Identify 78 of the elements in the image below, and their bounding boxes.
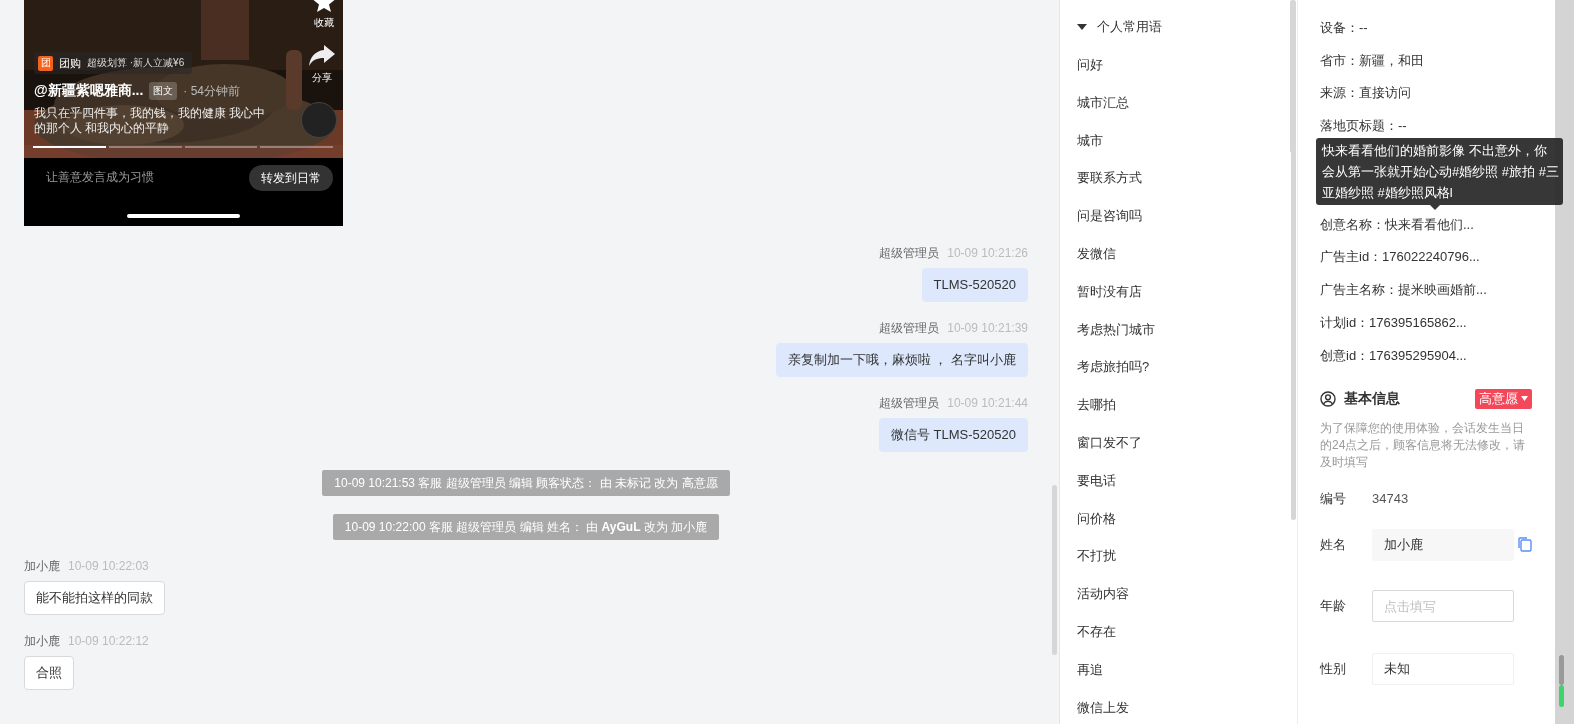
tooltip: 快来看看他们的婚前影像 不出意外，你会从第一张就开始心动#婚纱照 #旅拍 #三亚婚纱照 #婚纱照风格l <box>1316 138 1563 205</box>
field-label: 性别 <box>1320 660 1347 678</box>
field-value: 34743 <box>1372 491 1409 506</box>
phrase-item[interactable]: 问价格 <box>1077 499 1116 538</box>
promo-detail: 超级划算 ·新人立减¥6 <box>87 56 185 70</box>
system-notice: 10-09 10:22:00 客服 超级管理员 编辑 姓名： 由 AyGuL 改为 加小鹿 <box>332 514 720 540</box>
star-icon <box>313 0 335 12</box>
message-time: 10-09 10:22:03 <box>68 558 149 574</box>
phrase-item[interactable]: 活动内容 <box>1077 575 1129 613</box>
phrase-item[interactable]: 不打扰 <box>1077 537 1116 576</box>
info-row-text: 广告主id：176022240796... <box>1320 248 1481 267</box>
message-time: 10-09 10:21:39 <box>947 320 1028 336</box>
sender-name: 超级管理员 <box>879 320 940 336</box>
info-row-text: 落地页标题：-- <box>1320 117 1408 136</box>
phrase-item[interactable]: 去哪拍 <box>1077 386 1116 424</box>
message-bubble: 能不能拍这样的同款 <box>24 581 165 615</box>
name-field[interactable]: 加小鹿 <box>1372 528 1514 561</box>
message-bubble: 合照 <box>24 656 74 690</box>
action-label: 分享 <box>312 71 332 85</box>
message-bubble: 亲复制加一下哦，麻烦啦 ， 名字叫小鹿 <box>775 343 1028 377</box>
info-row-text: 计划id：176395165862... <box>1320 313 1468 332</box>
phrase-item[interactable]: 考虑热门城市 <box>1077 310 1155 349</box>
phrase-item[interactable]: 问是咨询吗 <box>1077 197 1142 235</box>
phrase-item[interactable]: 微信上发 <box>1077 688 1129 724</box>
post-time: · 54分钟前 <box>183 82 240 100</box>
scrollbar-thumb[interactable] <box>1559 655 1564 685</box>
info-row-text: 创意id：176395295904... <box>1320 346 1468 365</box>
post-type-tag: 图文 <box>149 82 178 100</box>
phrase-item[interactable]: 不存在 <box>1077 612 1116 651</box>
scrollbar-thumb[interactable] <box>1052 485 1057 655</box>
user-circle-icon <box>1320 390 1336 407</box>
caret-down-icon <box>1521 396 1528 401</box>
field-label: 姓名 <box>1320 535 1347 554</box>
promo-label: 团购 <box>59 55 81 71</box>
comment-field[interactable]: 让善意发言成为习惯 <box>46 169 154 186</box>
info-row-text: 创意名称：快来看看他们... <box>1320 215 1475 234</box>
intent-dropdown[interactable]: 高意愿 <box>1475 388 1532 409</box>
tooltip-arrow <box>1430 205 1440 210</box>
sender-name: 加小鹿 <box>24 558 60 574</box>
message-time: 10-09 10:21:44 <box>947 395 1028 411</box>
share-icon <box>309 45 335 67</box>
phrase-item[interactable]: 城市汇总 <box>1077 83 1129 122</box>
system-notice: 10-09 10:21:53 客服 超级管理员 编辑 顾客状态： 由 未标记 改为 高意愿 <box>322 470 730 496</box>
caret-down-icon <box>1077 23 1087 31</box>
post-caption: 我只在乎四件事，我的钱，我的健康 我心中的那个人 和我内心的平静 <box>34 106 266 136</box>
phrase-item[interactable]: 发微信 <box>1077 235 1116 273</box>
phrase-item[interactable]: 窗口发不了 <box>1077 423 1142 462</box>
message-bubble: TLMS-520520 <box>921 268 1028 302</box>
field-label: 年龄 <box>1320 597 1347 615</box>
phrase-item[interactable]: 暂时没有店 <box>1077 272 1142 311</box>
sender-name: 超级管理员 <box>879 245 940 261</box>
action-label: 收藏 <box>314 16 334 30</box>
phrase-group-header[interactable]: 个人常用语 <box>1077 17 1162 37</box>
info-row-text: 来源：直接访问 <box>1320 84 1412 103</box>
input-field[interactable]: 点击填写 <box>1372 590 1514 622</box>
info-row-text: 设备：-- <box>1320 19 1369 37</box>
phrase-item[interactable]: 要电话 <box>1077 461 1116 500</box>
phrase-item[interactable]: 要联系方式 <box>1077 159 1142 198</box>
copy-icon <box>1518 537 1532 552</box>
phrase-item[interactable]: 城市 <box>1077 121 1103 160</box>
sender-name: 加小鹿 <box>24 633 60 649</box>
info-row-text: 省市：新疆，和田 <box>1320 51 1425 70</box>
phrase-item[interactable]: 考虑旅拍吗? <box>1077 348 1150 387</box>
scroll-position-bar <box>1559 685 1564 707</box>
section-title: 基本信息 <box>1344 389 1401 408</box>
phrase-item[interactable]: 再追 <box>1077 650 1103 689</box>
message-time: 10-09 10:21:26 <box>947 245 1028 261</box>
scrollbar-thumb[interactable] <box>1290 0 1295 153</box>
forward-button[interactable]: 转发到日常 <box>249 165 333 191</box>
sender-name: 超级管理员 <box>879 395 940 411</box>
author-name: @新疆紫嗯雅商... <box>34 82 144 100</box>
message-bubble: 微信号 TLMS-520520 <box>879 418 1028 452</box>
input-field[interactable]: 未知 <box>1372 653 1514 685</box>
phrase-item[interactable]: 问好 <box>1077 46 1103 84</box>
info-row-text: 广告主名称：提米映画婚前... <box>1320 281 1488 300</box>
message-time: 10-09 10:22:12 <box>68 633 149 649</box>
notice-text: 为了保障您的使用体验，会话发生当日的24点之后，顾客信息将无法修改，请及时填写 <box>1320 419 1527 471</box>
field-label: 编号 <box>1320 489 1347 508</box>
